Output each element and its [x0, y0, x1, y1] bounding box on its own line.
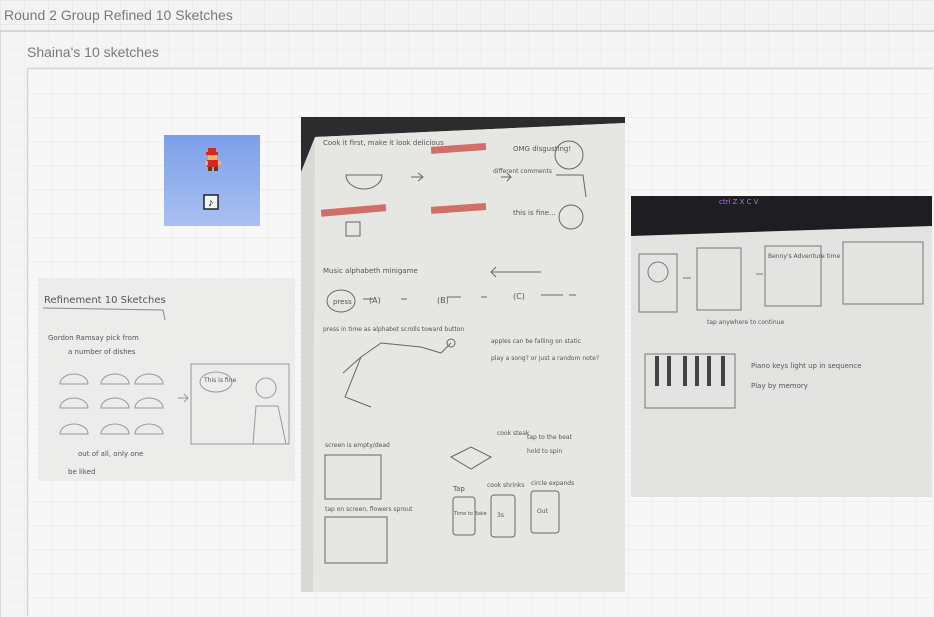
- svg-text:circle expands: circle expands: [531, 480, 574, 487]
- svg-text:Out: Out: [537, 508, 549, 515]
- svg-text:3s: 3s: [497, 512, 504, 519]
- svg-text:screen is empty/dead: screen is empty/dead: [325, 442, 390, 449]
- svg-text:out of all, only one: out of all, only one: [78, 450, 143, 458]
- svg-text:Cook it first, make it look de: Cook it first, make it look delicious: [323, 139, 444, 147]
- svg-text:tap anywhere to continue: tap anywhere to continue: [707, 319, 784, 326]
- svg-text:Gordon Ramsay pick from: Gordon Ramsay pick from: [48, 334, 139, 342]
- svg-text:Music alphabeth minigame: Music alphabeth minigame: [323, 267, 418, 275]
- svg-text:tap to the beat: tap to the beat: [527, 434, 573, 441]
- notebook-sketch[interactable]: Cook it first, make it look delicious OM…: [301, 117, 625, 592]
- svg-text:be liked: be liked: [68, 468, 95, 476]
- svg-text:different comments: different comments: [493, 168, 552, 175]
- mario-sprite-icon: ♪: [203, 148, 221, 210]
- svg-text:a number of dishes: a number of dishes: [68, 348, 136, 356]
- svg-text:Piano keys light up in sequenc: Piano keys light up in sequence: [751, 362, 862, 370]
- svg-text:apples can be falling on stati: apples can be falling on static: [491, 338, 581, 345]
- svg-text:(A): (A): [369, 296, 381, 305]
- svg-text:Play by memory: Play by memory: [751, 382, 808, 390]
- svg-text:Benny's Adventure time: Benny's Adventure time: [768, 253, 840, 260]
- piano-sketch[interactable]: ctrl Z X C V tap anywhere to continue Be…: [631, 196, 932, 497]
- sprite-image[interactable]: ♪: [164, 135, 260, 226]
- svg-text:hold to spin: hold to spin: [527, 448, 562, 455]
- refinement-sketch[interactable]: Refinement 10 Sketches Gordon Ramsay pic…: [38, 278, 295, 481]
- group-title: Shaina's 10 sketches: [27, 44, 159, 60]
- svg-text:OMG disgusting!: OMG disgusting!: [513, 145, 571, 153]
- svg-text:play a song? or just a random: play a song? or just a random note?: [491, 355, 599, 362]
- svg-text:press: press: [333, 298, 352, 306]
- svg-text:press in time as alphabet scro: press in time as alphabet scrolls toward…: [323, 326, 464, 333]
- svg-text:ctrl Z X C V: ctrl Z X C V: [719, 198, 759, 206]
- svg-text:Time to Bake: Time to Bake: [453, 511, 487, 517]
- svg-text:♪: ♪: [208, 197, 214, 209]
- svg-text:cook shrinks: cook shrinks: [487, 482, 525, 489]
- svg-text:(B): (B): [437, 296, 449, 305]
- board-title: Round 2 Group Refined 10 Sketches: [4, 7, 233, 23]
- svg-text:tap on screen, flowers sprout: tap on screen, flowers sprout: [325, 506, 413, 513]
- refinement-heading: Refinement 10 Sketches: [44, 295, 166, 306]
- svg-text:(C): (C): [513, 292, 525, 301]
- svg-text:this is fine...: this is fine...: [513, 209, 556, 217]
- svg-text:Tap: Tap: [452, 485, 465, 493]
- svg-text:This is fine: This is fine: [203, 377, 236, 384]
- svg-text:cook steak: cook steak: [497, 430, 530, 437]
